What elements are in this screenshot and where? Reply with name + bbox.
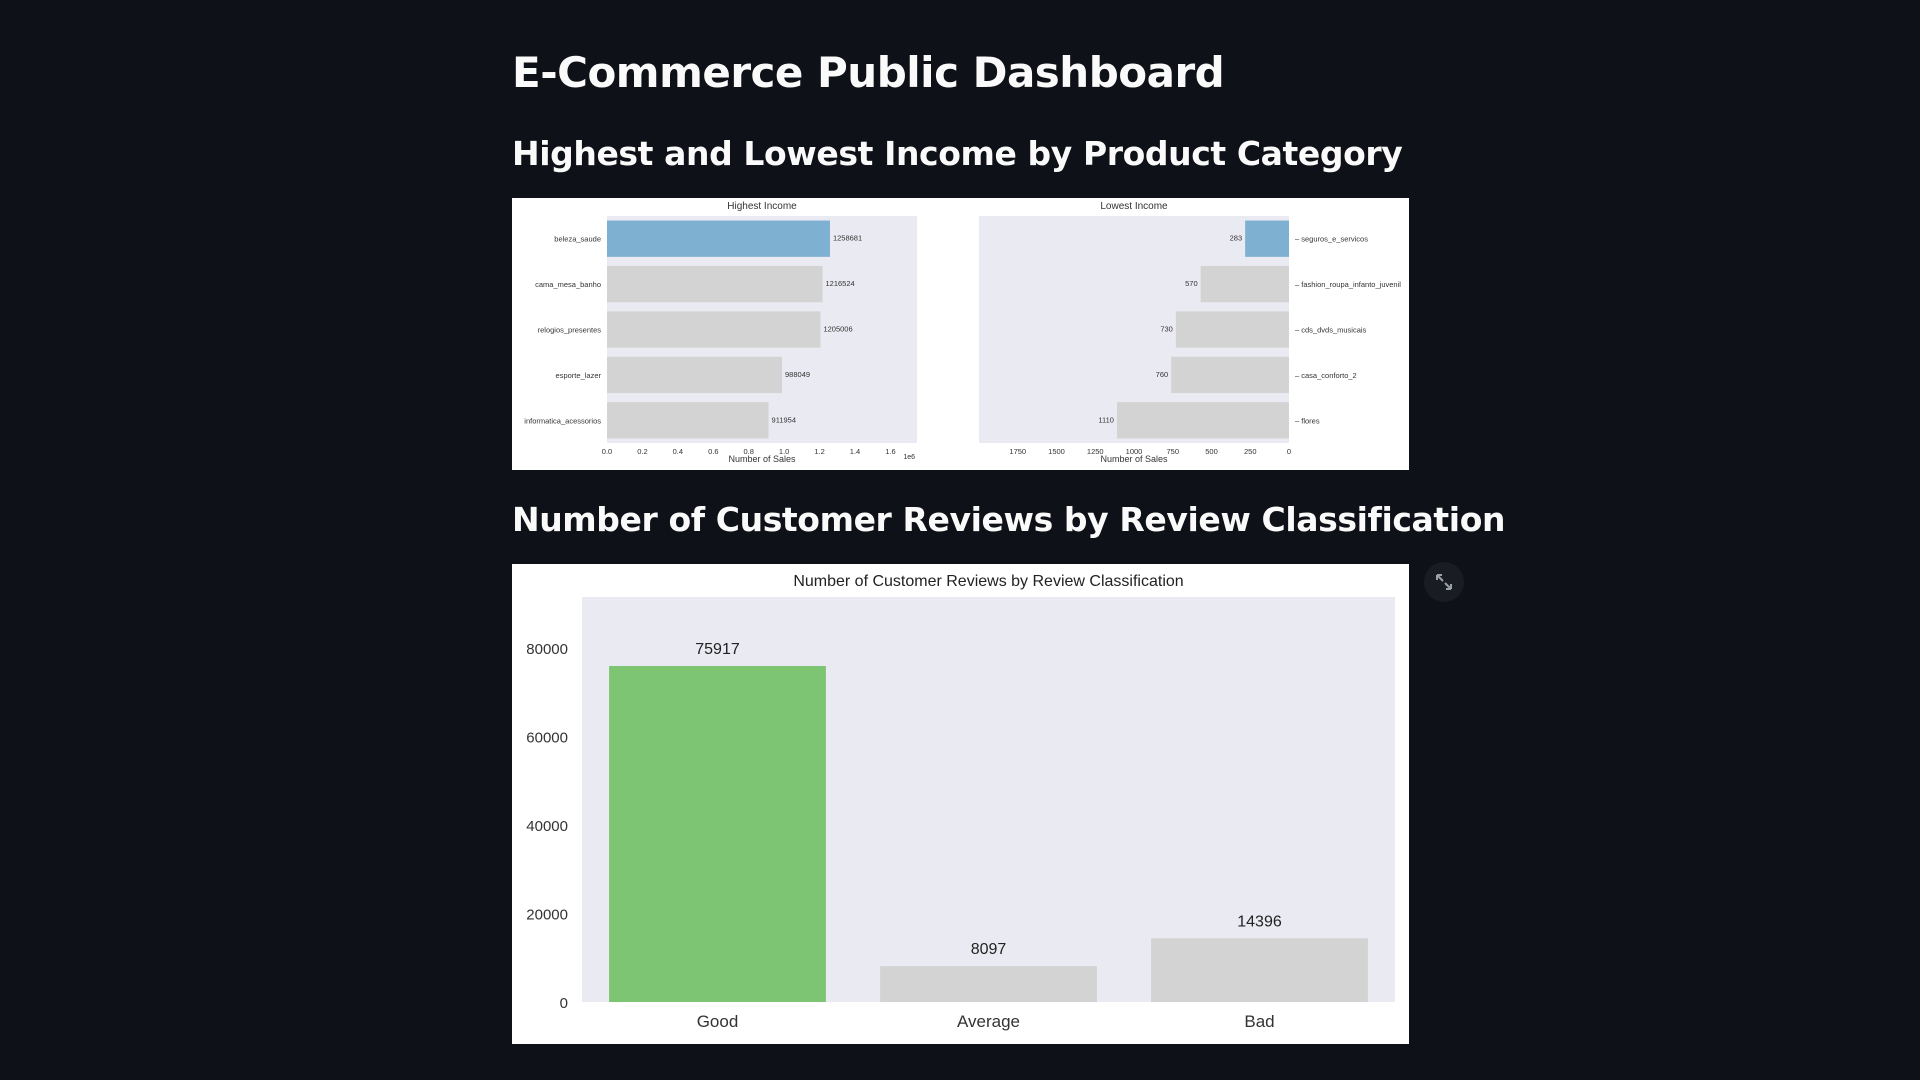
highest-x-tick-label: 0.0: [602, 447, 612, 456]
reviews-y-tick-label: 0: [560, 995, 568, 1012]
income-subheader: Highest and Lowest Income by Product Cat…: [512, 134, 1403, 173]
lowest-bar: [1171, 356, 1289, 394]
reviews-y-tick-label: 40000: [526, 818, 568, 835]
reviews-bar: [1151, 938, 1368, 1002]
highest-value-label: 1205006: [823, 325, 852, 334]
income-bar-charts: Highest Income beleza_saude 1258681 cama_me…: [524, 201, 1401, 464]
income-figure: Highest Income beleza_saude 1258681 cama_me…: [512, 198, 1409, 470]
reviews-x-tick-label: Bad: [1244, 1012, 1274, 1031]
highest-category-label: beleza_saude: [554, 235, 601, 244]
lowest-x-tick-label: 750: [1166, 447, 1179, 456]
lowest-category-label: – cds_dvds_musicais: [1295, 326, 1367, 335]
reviews-bar: [880, 966, 1097, 1002]
lowest-category-label: – flores: [1295, 416, 1320, 425]
highest-value-label: 1258681: [833, 234, 862, 243]
lowest-bar: [1245, 220, 1289, 257]
highest-x-tick-label: 0.6: [708, 447, 718, 456]
highest-x-tick-label: 0.4: [673, 447, 683, 456]
highest-category-label: esporte_lazer: [556, 371, 602, 380]
highest-value-label: 1216524: [825, 279, 854, 288]
reviews-x-tick-label: Good: [697, 1012, 739, 1031]
highest-x-offset-label: 1e6: [903, 454, 915, 461]
highest-value-label: 988049: [785, 370, 810, 379]
highest-category-label: cama_mesa_banho: [535, 280, 601, 289]
highest-bar: [607, 265, 823, 303]
highest-x-tick-label: 1.4: [850, 447, 860, 456]
page-title: E-Commerce Public Dashboard: [512, 48, 1225, 97]
lowest-x-axis-label: Number of Sales: [1100, 454, 1168, 464]
highest-x-tick-label: 1.2: [814, 447, 824, 456]
highest-category-label: informatica_acessorios: [524, 416, 601, 425]
lowest-value-label: 730: [1160, 325, 1173, 334]
highest-bar: [607, 402, 769, 439]
lowest-category-label: – casa_conforto_2: [1295, 371, 1357, 380]
highest-category-label: relogios_presentes: [538, 326, 602, 335]
reviews-y-tick-label: 80000: [526, 641, 568, 658]
highest-value-label: 911954: [772, 415, 796, 424]
reviews-chart-title: Number of Customer Reviews by Review Cla…: [793, 573, 1183, 590]
lowest-category-label: – seguros_e_servicos: [1295, 235, 1368, 244]
reviews-bar: [609, 666, 826, 1002]
highest-bar: [607, 220, 830, 257]
lowest-chart-title: Lowest Income: [1100, 201, 1168, 212]
lowest-category-label: – fashion_roupa_infanto_juvenil: [1295, 280, 1401, 289]
reviews-x-tick-label: Average: [957, 1012, 1020, 1031]
reviews-figure: Number of Customer Reviews by Review Cla…: [512, 564, 1409, 1044]
lowest-bar: [1175, 311, 1289, 348]
lowest-bar: [1200, 265, 1289, 303]
highest-bar: [607, 356, 783, 394]
highest-chart-title: Highest Income: [727, 201, 797, 212]
lowest-x-tick-label: 250: [1244, 447, 1257, 456]
reviews-subheader: Number of Customer Reviews by Review Cla…: [512, 500, 1506, 539]
lowest-bar: [1116, 402, 1289, 439]
fullscreen-button[interactable]: [1424, 562, 1464, 602]
reviews-y-tick-label: 20000: [526, 906, 568, 923]
highest-x-axis-label: Number of Sales: [728, 454, 796, 464]
lowest-x-tick-label: 1750: [1009, 447, 1026, 456]
highest-x-tick-label: 0.2: [637, 447, 647, 456]
lowest-x-tick-label: 1500: [1048, 447, 1065, 456]
highest-x-tick-label: 1.6: [885, 447, 895, 456]
lowest-x-tick-label: 500: [1205, 447, 1218, 456]
reviews-bar-chart: Number of Customer Reviews by Review Cla…: [526, 573, 1395, 1031]
lowest-value-label: 760: [1156, 370, 1169, 379]
lowest-x-tick-label: 0: [1287, 447, 1291, 456]
reviews-value-label: 14396: [1237, 913, 1282, 930]
reviews-y-tick-label: 60000: [526, 729, 568, 746]
reviews-value-label: 8097: [971, 941, 1007, 958]
lowest-value-label: 570: [1185, 279, 1198, 288]
lowest-value-label: 1110: [1098, 415, 1114, 424]
highest-bar: [607, 311, 821, 348]
reviews-value-label: 75917: [695, 641, 740, 658]
expand-arrows-icon: [1436, 574, 1452, 590]
lowest-value-label: 283: [1230, 234, 1243, 243]
